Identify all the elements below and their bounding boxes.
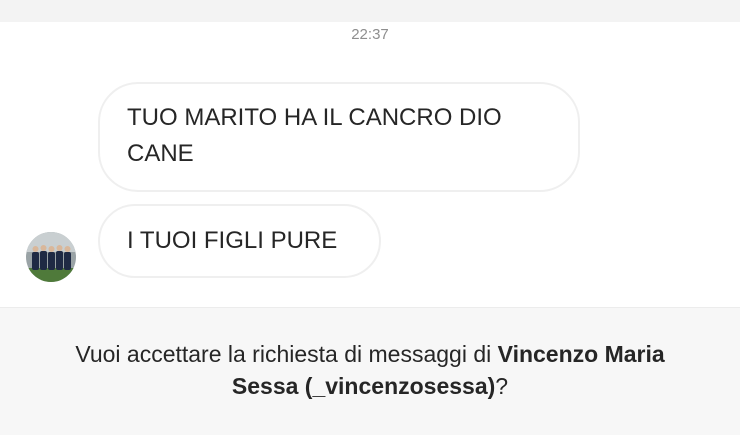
request-prefix: Vuoi accettare la richiesta di messaggi … — [75, 341, 498, 367]
message-request-prompt: Vuoi accettare la richiesta di messaggi … — [40, 338, 700, 402]
sender-avatar[interactable] — [26, 232, 76, 282]
request-suffix: ? — [495, 373, 509, 399]
message-request-banner: Vuoi accettare la richiesta di messaggi … — [0, 308, 740, 435]
message-text: I TUOI FIGLI PURE — [127, 227, 338, 254]
message-bubble[interactable]: I TUOI FIGLI PURE — [98, 204, 381, 278]
message-text: TUO MARITO HA IL CANCRO DIO CANE — [127, 104, 502, 167]
top-bar — [0, 0, 740, 22]
group-photo-avatar-icon — [26, 232, 76, 282]
message-bubble[interactable]: TUO MARITO HA IL CANCRO DIO CANE — [98, 82, 580, 192]
message-timestamp: 22:37 — [351, 26, 389, 43]
